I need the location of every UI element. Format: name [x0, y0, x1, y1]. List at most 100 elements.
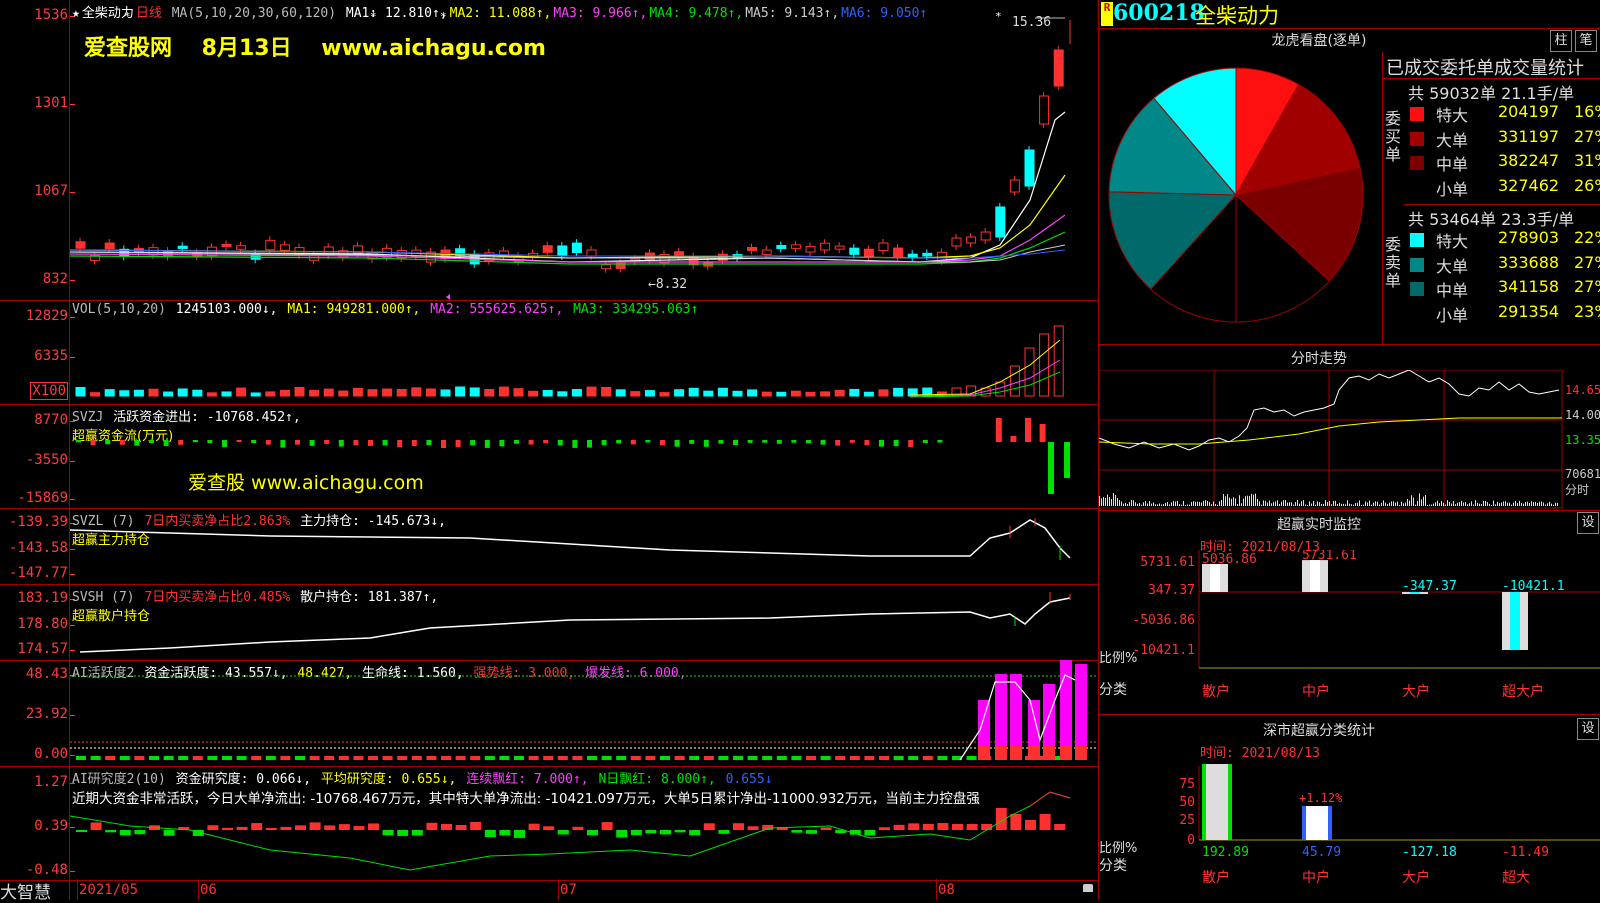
ai-research-bar [601, 822, 613, 830]
buy-order-row: 中单 382247 31% [1408, 151, 1600, 175]
intraday-vol-bar [1279, 503, 1280, 506]
intraday-vol-bar [1357, 502, 1358, 506]
volume-bar [382, 388, 393, 397]
ai-active-bar [674, 756, 685, 760]
intraday-vol-bar [1517, 503, 1518, 506]
lock-icon[interactable] [1083, 884, 1093, 892]
shenzhen-title: 深市超赢分类统计 [1263, 723, 1375, 739]
intraday-vol-bar [1471, 501, 1472, 506]
intraday-chart[interactable]: 14.65 14.00 13.35 70681 分时 [1099, 370, 1600, 510]
intraday-vol-bar [1371, 504, 1372, 506]
sz-ratio-label: 比例% [1099, 841, 1137, 856]
intraday-vol-bar [1473, 504, 1474, 506]
intraday-vol-bar [1113, 493, 1114, 506]
candle [1053, 49, 1064, 87]
ai-active-bar [1043, 746, 1055, 760]
intraday-vol-bar [1119, 500, 1120, 506]
intraday-vol-bar [1111, 498, 1112, 506]
volume-canvas[interactable] [70, 300, 1098, 404]
svzl-panel[interactable]: -139.39 -143.58 -147.77 SVZL (7) 7日内买卖净占… [0, 508, 1098, 585]
intraday-vol-bar [1501, 502, 1502, 506]
intraday-vol-bar [1187, 504, 1188, 506]
svzj-bar [864, 440, 870, 446]
ai-active-canvas[interactable] [70, 660, 1098, 766]
intraday-vol-bar [1157, 504, 1158, 506]
intraday-vol-bar [1337, 504, 1338, 506]
monitor-category: 超大户 [1502, 683, 1544, 700]
svzj-bar [645, 440, 651, 443]
marker-icon: * [370, 10, 377, 23]
intraday-vol-bar [1523, 503, 1524, 506]
ai-research-bar [514, 830, 525, 838]
svzl-y-label-3: -147.77 [8, 565, 76, 581]
ai-active-bar [922, 756, 933, 760]
svsh-panel[interactable]: 183.19 178.80 174.57 SVSH (7) 7日内买卖净占比0.… [0, 584, 1098, 661]
ai-active-bar [514, 756, 524, 760]
svzj-bar [995, 418, 1002, 442]
intraday-vol-bar [1381, 502, 1382, 506]
kline-y-label-3: 1067 [34, 183, 75, 199]
shenzhen-settings-button[interactable]: 设 [1577, 718, 1599, 740]
volume-bar [498, 386, 509, 397]
intraday-vol-bar [1379, 504, 1380, 506]
shenzhen-chart[interactable]: 75 50 25 0 192.89 散户 45.79 中户 -127.18 大户 -11.49 超大 +… [1099, 756, 1600, 900]
intraday-vol-bar [1401, 501, 1402, 506]
intraday-vol-bar [1547, 503, 1548, 506]
ai-active-bar [368, 756, 378, 760]
monitor-chart[interactable]: 5731.61 347.37 -5036.86 -10421.1 5036.86 散户 57… [1099, 550, 1600, 715]
intraday-vol-bar [1211, 504, 1212, 506]
svsh-y-label-2: 178.80 [17, 616, 75, 632]
ai-research-bar [630, 830, 642, 836]
svzj-canvas[interactable] [70, 404, 1098, 508]
kline-canvas[interactable]: 15.36 ←8.32 * * * * [70, 0, 1098, 300]
monitor-settings-button[interactable]: 设 [1577, 512, 1599, 534]
sz-bar [1202, 764, 1232, 840]
sz-class-label: 分类 [1099, 858, 1127, 874]
ai-active-bar [397, 756, 408, 760]
candle [820, 242, 831, 251]
ai-active-panel[interactable]: 48.43 23.92 0.00 AI活跃度2 资金活跃度: 43.557↓, … [0, 660, 1098, 767]
ai-active-bar [1010, 746, 1022, 760]
volume-panel[interactable]: 12829 6335 X100 VOL(5,10,20) 1245103.000… [0, 300, 1098, 405]
kline-panel[interactable]: 1536 1301 1067 832 ★ 全柴动力 日线 MA(5,10,20,30… [0, 0, 1098, 301]
ai-active-bar [411, 756, 422, 760]
intraday-vol-bar [1511, 504, 1512, 506]
candle [75, 241, 86, 249]
tab-ticks[interactable]: 笔 [1575, 30, 1597, 52]
buy-order-row: 特大 204197 16% [1408, 102, 1600, 126]
svzj-bar [426, 440, 432, 446]
intraday-vol-bar [1463, 502, 1464, 506]
volume-bar [119, 390, 130, 397]
volume-bar [455, 386, 466, 397]
volume-bar [761, 391, 772, 397]
ai-active-bar [820, 756, 831, 760]
tab-bar-chart[interactable]: 柱 [1550, 30, 1572, 52]
ai-research-canvas[interactable] [70, 766, 1098, 880]
ai-research-bar [981, 824, 993, 830]
candle [674, 251, 685, 257]
intraday-vol-bar [1373, 502, 1374, 506]
ai-active-bar [280, 756, 291, 760]
intraday-vol-bar [1253, 494, 1254, 506]
intraday-vol-bar [1167, 502, 1168, 506]
ma2-line [70, 174, 1066, 259]
svzj-bar [236, 440, 242, 443]
volume-bar [484, 389, 495, 397]
main-chart-area[interactable]: 1536 1301 1067 832 ★ 全柴动力 日线 MA(5,10,20,30… [0, 0, 1098, 903]
intraday-vol-bar [1439, 503, 1440, 506]
svzj-panel[interactable]: 8770 -3550 -15869 SVZJ 活跃资金进出: -10768.45… [0, 404, 1098, 509]
svsh-canvas[interactable] [70, 584, 1098, 660]
intraday-vol-bar [1207, 500, 1208, 506]
svzj-bar [733, 440, 738, 446]
intraday-vol-bar [1181, 504, 1182, 506]
ai-research-panel[interactable]: 1.27 0.39 -0.48 AI研究度2(10) 资金研究度: 0.066↓… [0, 766, 1098, 881]
stock-title-bar: R 600218 全柴动力 [1099, 0, 1600, 28]
sell-order-row: 中单 341158 27% [1408, 277, 1600, 301]
dragon-pie-chart[interactable] [1099, 50, 1384, 345]
svzl-canvas[interactable] [70, 508, 1098, 584]
intraday-vol-bar [1437, 500, 1438, 506]
intraday-vol-bar [1215, 504, 1216, 506]
monitor-title: 超赢实时监控 [1277, 517, 1361, 533]
buy-order-swatch [1410, 131, 1424, 146]
svzj-bar [893, 440, 899, 447]
